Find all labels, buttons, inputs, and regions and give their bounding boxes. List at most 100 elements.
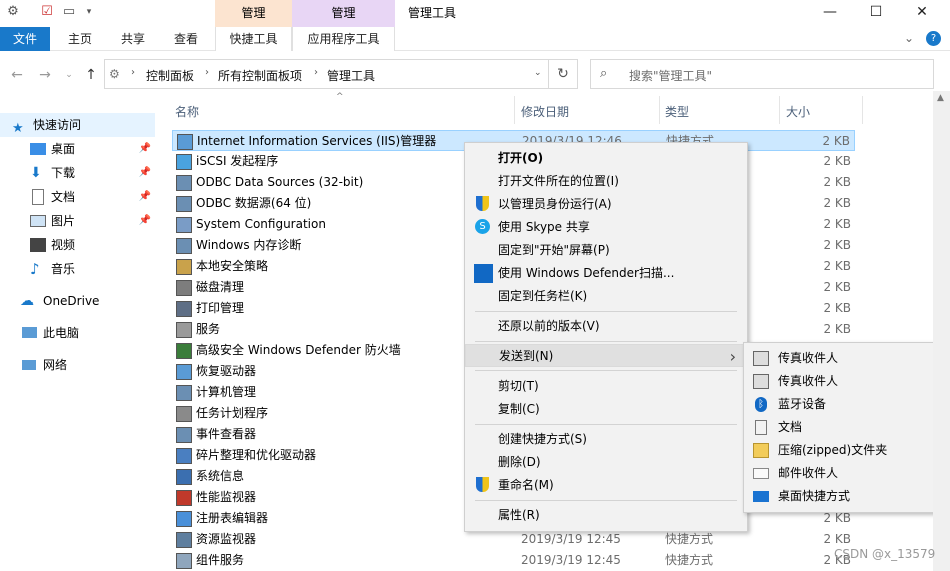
file-name: 事件查看器 xyxy=(196,427,257,441)
address-bar[interactable]: ⚙ › 控制面板 › 所有控制面板项 › 管理工具 ⌄ xyxy=(104,59,549,89)
pin-icon[interactable]: 📌 xyxy=(139,161,151,185)
sendto-documents[interactable]: 文档 xyxy=(744,416,950,439)
minimize-button[interactable]: — xyxy=(807,0,853,27)
sendto-mail-recipient[interactable]: 邮件收件人 xyxy=(744,462,950,485)
tab-shortcut-tools[interactable]: 快捷工具 xyxy=(215,27,292,51)
file-row[interactable]: 资源监视器 2019/3/19 12:45 快捷方式 2 KB xyxy=(172,529,855,550)
nav-onedrive[interactable]: ☁ OneDrive xyxy=(0,289,155,313)
menu-item-label: 删除(D) xyxy=(498,455,541,469)
column-header-size[interactable]: 大小 xyxy=(786,103,810,120)
skype-icon: S xyxy=(475,219,490,234)
menu-item-open[interactable]: 打开(O) xyxy=(465,147,747,170)
nav-label: 桌面 xyxy=(51,142,76,156)
computer-icon xyxy=(22,327,37,338)
ribbon-expand-icon[interactable]: ⌄ xyxy=(904,31,914,45)
new-folder-icon[interactable]: ▭ xyxy=(60,3,78,21)
context-menu: 打开(O) 打开文件所在的位置(I) 以管理员身份运行(A) S 使用 Skyp… xyxy=(464,142,748,532)
menu-item-run-as-admin[interactable]: 以管理员身份运行(A) xyxy=(465,193,747,216)
back-arrow-icon[interactable]: ← xyxy=(8,66,26,84)
properties-icon[interactable]: ⚙ xyxy=(4,3,22,21)
file-name: ODBC 数据源(64 位) xyxy=(196,196,312,210)
column-divider[interactable] xyxy=(862,96,863,124)
close-button[interactable]: ✕ xyxy=(899,0,945,27)
file-name: Internet Information Services (IIS)管理器 xyxy=(197,134,437,148)
menu-item-label: 创建快捷方式(S) xyxy=(498,432,587,446)
menu-item-pin-start[interactable]: 固定到"开始"屏幕(P) xyxy=(465,239,747,262)
nav-label: 网络 xyxy=(43,358,68,372)
forward-arrow-icon[interactable]: → xyxy=(36,66,54,84)
help-icon[interactable]: ? xyxy=(926,31,941,46)
nav-downloads[interactable]: ⬇ 下载 📌 xyxy=(0,161,155,185)
menu-item-label: 重命名(M) xyxy=(498,478,554,492)
shortcut-icon xyxy=(176,217,192,233)
nav-videos[interactable]: 视频 xyxy=(0,233,155,257)
pin-icon[interactable]: 📌 xyxy=(139,185,151,209)
customize-quick-access-icon[interactable]: ▾ xyxy=(80,3,98,21)
sendto-fax-recipient[interactable]: 传真收件人 xyxy=(744,370,950,393)
sendto-zip-folder[interactable]: 压缩(zipped)文件夹 xyxy=(744,439,950,462)
menu-separator xyxy=(475,424,737,425)
column-header-type[interactable]: 类型 xyxy=(665,103,689,120)
nav-music[interactable]: ♪ 音乐 xyxy=(0,257,155,281)
vertical-scrollbar[interactable]: ▲ xyxy=(933,91,950,571)
breadcrumb-separator-icon[interactable]: › xyxy=(314,67,318,78)
menu-item-delete[interactable]: 删除(D) xyxy=(465,451,747,474)
nav-label: 文档 xyxy=(51,190,76,204)
column-header-date[interactable]: 修改日期 xyxy=(521,103,569,120)
tab-file[interactable]: 文件 xyxy=(0,27,50,51)
music-icon: ♪ xyxy=(30,260,40,278)
nav-pictures[interactable]: 图片 📌 xyxy=(0,209,155,233)
menu-item-send-to[interactable]: 发送到(N) › xyxy=(465,344,747,367)
nav-label: 视频 xyxy=(51,238,76,252)
nav-desktop[interactable]: 桌面 📌 xyxy=(0,137,155,161)
file-row[interactable]: 组件服务 2019/3/19 12:45 快捷方式 2 KB xyxy=(172,550,855,571)
menu-item-open-location[interactable]: 打开文件所在的位置(I) xyxy=(465,170,747,193)
column-header-name[interactable]: 名称 xyxy=(175,103,199,120)
column-divider[interactable] xyxy=(659,96,660,124)
menu-item-defender-scan[interactable]: 使用 Windows Defender扫描... xyxy=(465,262,747,285)
pin-icon[interactable]: 📌 xyxy=(139,137,151,161)
menu-item-skype-share[interactable]: S 使用 Skype 共享 xyxy=(465,216,747,239)
breadcrumb-separator-icon[interactable]: › xyxy=(205,67,209,78)
menu-item-rename[interactable]: 重命名(M) xyxy=(465,474,747,497)
search-box[interactable]: ⌕ 搜索"管理工具" xyxy=(590,59,934,89)
nav-documents[interactable]: 文档 📌 xyxy=(0,185,155,209)
menu-item-cut[interactable]: 剪切(T) xyxy=(465,375,747,398)
tab-home[interactable]: 主页 xyxy=(55,27,105,51)
column-divider[interactable] xyxy=(779,96,780,124)
checkmark-icon[interactable]: ☑ xyxy=(38,3,56,21)
menu-item-copy[interactable]: 复制(C) xyxy=(465,398,747,421)
column-divider[interactable] xyxy=(514,96,515,124)
breadcrumb-separator-icon[interactable]: › xyxy=(131,67,135,78)
menu-item-restore-versions[interactable]: 还原以前的版本(V) xyxy=(465,315,747,338)
address-dropdown-icon[interactable]: ⌄ xyxy=(534,68,542,78)
send-to-submenu: 传真收件人 传真收件人 ᛒ 蓝牙设备 文档 压缩(zipped)文件夹 邮件收件人… xyxy=(743,342,950,513)
maximize-button[interactable]: ☐ xyxy=(853,0,899,27)
tab-share[interactable]: 共享 xyxy=(108,27,158,51)
pin-icon[interactable]: 📌 xyxy=(139,209,151,233)
scroll-up-icon[interactable]: ▲ xyxy=(937,93,944,103)
context-group-manage-shortcut: 管理 xyxy=(215,0,292,27)
tab-app-tools[interactable]: 应用程序工具 xyxy=(292,27,395,51)
sendto-fax-recipient[interactable]: 传真收件人 xyxy=(744,347,950,370)
sendto-desktop-shortcut[interactable]: 桌面快捷方式 xyxy=(744,485,950,508)
bluetooth-icon: ᛒ xyxy=(755,397,767,412)
nav-this-pc[interactable]: 此电脑 xyxy=(0,321,155,345)
nav-quick-access[interactable]: ★ 快速访问 xyxy=(0,113,155,137)
desktop-icon xyxy=(30,143,46,155)
search-input[interactable]: 搜索"管理工具" xyxy=(629,67,712,84)
nav-network[interactable]: 网络 xyxy=(0,353,155,377)
document-icon xyxy=(32,189,44,205)
sendto-bluetooth[interactable]: ᛒ 蓝牙设备 xyxy=(744,393,950,416)
menu-item-properties[interactable]: 属性(R) xyxy=(465,504,747,527)
menu-item-create-shortcut[interactable]: 创建快捷方式(S) xyxy=(465,428,747,451)
breadcrumb-admin-tools[interactable]: 管理工具 xyxy=(327,67,375,84)
file-size: 2 KB xyxy=(823,301,851,315)
breadcrumb-all-items[interactable]: 所有控制面板项 xyxy=(218,67,302,84)
breadcrumb-control-panel[interactable]: 控制面板 xyxy=(146,67,194,84)
refresh-icon[interactable]: ↻ xyxy=(549,59,578,89)
up-arrow-icon[interactable]: ↑ xyxy=(82,66,100,84)
menu-item-pin-taskbar[interactable]: 固定到任务栏(K) xyxy=(465,285,747,308)
recent-locations-icon[interactable]: ⌄ xyxy=(60,66,78,84)
tab-view[interactable]: 查看 xyxy=(161,27,211,51)
